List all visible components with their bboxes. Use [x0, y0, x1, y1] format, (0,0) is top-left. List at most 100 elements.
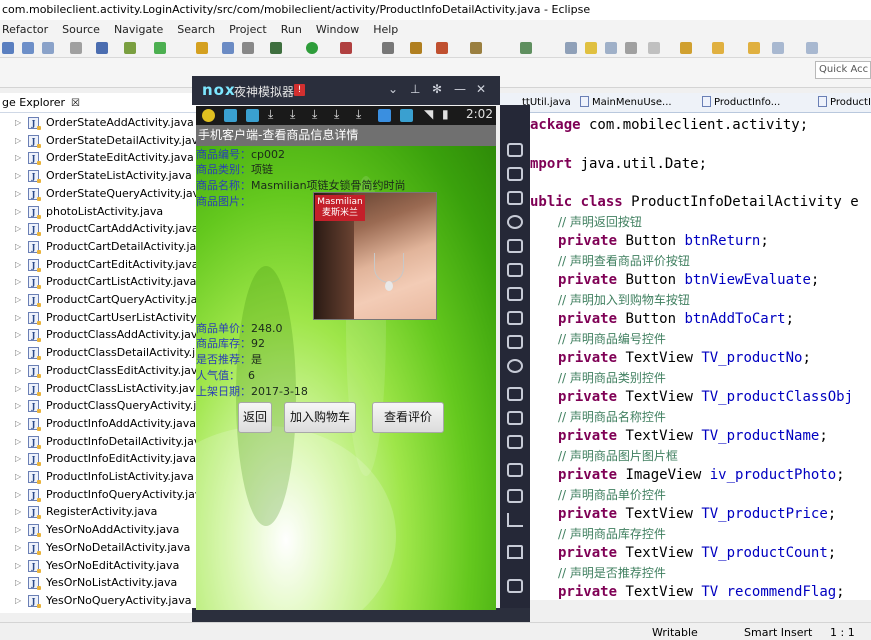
- gift-icon[interactable]: [507, 435, 523, 449]
- expand-arrow-icon[interactable]: ▷: [15, 344, 21, 361]
- prev-annotation-icon[interactable]: [712, 42, 724, 54]
- debug-icon[interactable]: [270, 42, 282, 54]
- expand-arrow-icon[interactable]: ▷: [15, 468, 21, 485]
- save-icon[interactable]: [22, 42, 34, 54]
- package-tree-item[interactable]: ▷ J ProductCartQueryActivity.java: [0, 291, 211, 308]
- close-icon[interactable]: ✕: [476, 82, 486, 96]
- keyboard-icon[interactable]: [507, 143, 523, 157]
- package-tree-item[interactable]: ▷ J ProductCartAddActivity.java: [0, 220, 200, 237]
- menu-window[interactable]: Window: [316, 23, 359, 36]
- package-tree-item[interactable]: ▷ J ProductInfoDetailActivity.java: [0, 433, 207, 450]
- view-evaluate-button[interactable]: 查看评价: [372, 402, 444, 433]
- expand-arrow-icon[interactable]: ▷: [15, 273, 21, 290]
- return-button[interactable]: 返回: [238, 402, 272, 433]
- expand-arrow-icon[interactable]: ▷: [15, 220, 21, 237]
- expand-arrow-icon[interactable]: ▷: [15, 521, 21, 538]
- copy-icon[interactable]: [96, 42, 108, 54]
- package-tree-item[interactable]: ▷ J ProductClassListActivity.java: [0, 380, 202, 397]
- back-icon[interactable]: [772, 42, 784, 54]
- search-icon[interactable]: [520, 42, 532, 54]
- device-icon[interactable]: [222, 42, 234, 54]
- mark-occurrences-icon[interactable]: [585, 42, 597, 54]
- expand-arrow-icon[interactable]: ▷: [15, 380, 21, 397]
- package-tree-item[interactable]: ▷ J YesOrNoDetailActivity.java: [0, 539, 200, 556]
- quick-access-input[interactable]: Quick Acc: [815, 61, 871, 79]
- menu-icon[interactable]: [507, 463, 523, 477]
- annotation-icon[interactable]: [565, 42, 577, 54]
- package-tree-item[interactable]: ▷ J YesOrNoEditActivity.java: [0, 557, 200, 574]
- screen-icon[interactable]: [507, 239, 523, 253]
- package-tree-item[interactable]: ▷ J OrderStateAddActivity.java: [0, 114, 200, 131]
- menu-refactor[interactable]: Refactor: [2, 23, 48, 36]
- recent-apps-icon[interactable]: [507, 579, 523, 593]
- editor-tab-mainmenu[interactable]: MainMenuUse...: [580, 93, 672, 112]
- toggle-block-icon[interactable]: [605, 42, 617, 54]
- pin-icon[interactable]: ⊥: [410, 82, 420, 96]
- package-tree-item[interactable]: ▷ J OrderStateDetailActivity.java: [0, 132, 205, 149]
- package-tree-item[interactable]: ▷ J YesOrNoAddActivity.java: [0, 521, 200, 538]
- package-tree-item[interactable]: ▷ J ProductCartDetailActivity.java: [0, 238, 210, 255]
- package-tree-item[interactable]: ▷ J ProductCartListActivity.java: [0, 273, 200, 290]
- package-tree-item[interactable]: ▷ J ProductCartUserListActivity.java: [0, 309, 221, 326]
- menu-project[interactable]: Project: [229, 23, 267, 36]
- screenshot-icon[interactable]: [507, 335, 523, 349]
- editor-tab-productinfo[interactable]: ProductInfo...: [702, 93, 780, 112]
- package-tree-item[interactable]: ▷ J ProductInfoEditActivity.java: [0, 450, 200, 467]
- package-tree-item[interactable]: ▷ J OrderStateEditActivity.java: [0, 149, 200, 166]
- expand-arrow-icon[interactable]: ▷: [15, 557, 21, 574]
- editor-tab-productinfo-detail[interactable]: ProductI: [818, 93, 871, 112]
- package-tree-item[interactable]: ▷ J ProductClassDetailActivity.java: [0, 344, 215, 361]
- package-tree-item[interactable]: ▷ J ProductInfoListActivity.java: [0, 468, 200, 485]
- next-annotation-icon[interactable]: [680, 42, 692, 54]
- menu-navigate[interactable]: Navigate: [114, 23, 163, 36]
- expand-arrow-icon[interactable]: ▷: [15, 450, 21, 467]
- package-tree-item[interactable]: ▷ J ProductClassEditActivity.java: [0, 362, 204, 379]
- volume-up-icon[interactable]: [507, 287, 523, 301]
- volume-down-icon[interactable]: [507, 311, 523, 325]
- expand-arrow-icon[interactable]: ▷: [15, 326, 21, 343]
- grid-icon[interactable]: [507, 489, 523, 503]
- expand-arrow-icon[interactable]: ▷: [15, 309, 21, 326]
- whitespace-icon[interactable]: [625, 42, 637, 54]
- expand-arrow-icon[interactable]: ▷: [15, 149, 21, 166]
- package-tree-item[interactable]: ▷ J OrderStateQueryActivity.java: [0, 185, 206, 202]
- package-tree-item[interactable]: ▷ J YesOrNoListActivity.java: [0, 574, 200, 591]
- open-task-icon[interactable]: [470, 42, 482, 54]
- code-editor[interactable]: ackage com.mobileclient.activity; mport …: [500, 113, 871, 600]
- last-edit-icon[interactable]: [748, 42, 760, 54]
- package-tree-item[interactable]: ▷ J ProductClassAddActivity.java: [0, 326, 204, 343]
- expand-arrow-icon[interactable]: ▷: [15, 574, 21, 591]
- expand-arrow-icon[interactable]: ▷: [15, 433, 21, 450]
- apk-icon[interactable]: [507, 191, 523, 205]
- menu-help[interactable]: Help: [373, 23, 398, 36]
- package-tree-item[interactable]: ▷ J ProductInfoAddActivity.java: [0, 415, 200, 432]
- package-tree-item[interactable]: ▷ J RegisterActivity.java: [0, 503, 200, 520]
- package-tree-item[interactable]: ▷ J YesOrNoQueryActivity.java: [0, 592, 200, 609]
- package-icon[interactable]: [436, 42, 448, 54]
- pin-icon[interactable]: [382, 42, 394, 54]
- record-icon[interactable]: [507, 387, 523, 401]
- package-tree-item[interactable]: ▷ JphotoListActivity.java: [0, 203, 200, 220]
- new-class-icon[interactable]: [410, 42, 422, 54]
- package-tree-item[interactable]: ▷ J ProductClassQueryActivity.java: [0, 397, 216, 414]
- expand-arrow-icon[interactable]: ▷: [15, 539, 21, 556]
- expand-arrow-icon[interactable]: ▷: [15, 397, 21, 414]
- share-icon[interactable]: ⌄: [388, 82, 398, 96]
- sdk-icon[interactable]: [242, 42, 254, 54]
- scissors-icon[interactable]: [507, 167, 523, 181]
- expand-arrow-icon[interactable]: ▷: [15, 486, 21, 503]
- expand-arrow-icon[interactable]: ▷: [15, 167, 21, 184]
- emulator-titlebar[interactable]: nox 夜神模拟器 ! ⌄ ⊥ ✻ — ✕: [192, 76, 500, 105]
- location-icon[interactable]: [507, 215, 523, 229]
- forward-icon[interactable]: [806, 42, 818, 54]
- home-icon[interactable]: [507, 545, 523, 559]
- menu-source[interactable]: Source: [62, 23, 100, 36]
- expand-arrow-icon[interactable]: ▷: [15, 238, 21, 255]
- expand-arrow-icon[interactable]: ▷: [15, 362, 21, 379]
- expand-arrow-icon[interactable]: ▷: [15, 503, 21, 520]
- run-icon[interactable]: [306, 42, 318, 54]
- new-icon[interactable]: [2, 42, 14, 54]
- expand-arrow-icon[interactable]: ▷: [15, 256, 21, 273]
- package-tree-item[interactable]: ▷ J ProductInfoQueryActivity.java: [0, 486, 208, 503]
- open-type-icon[interactable]: [196, 42, 208, 54]
